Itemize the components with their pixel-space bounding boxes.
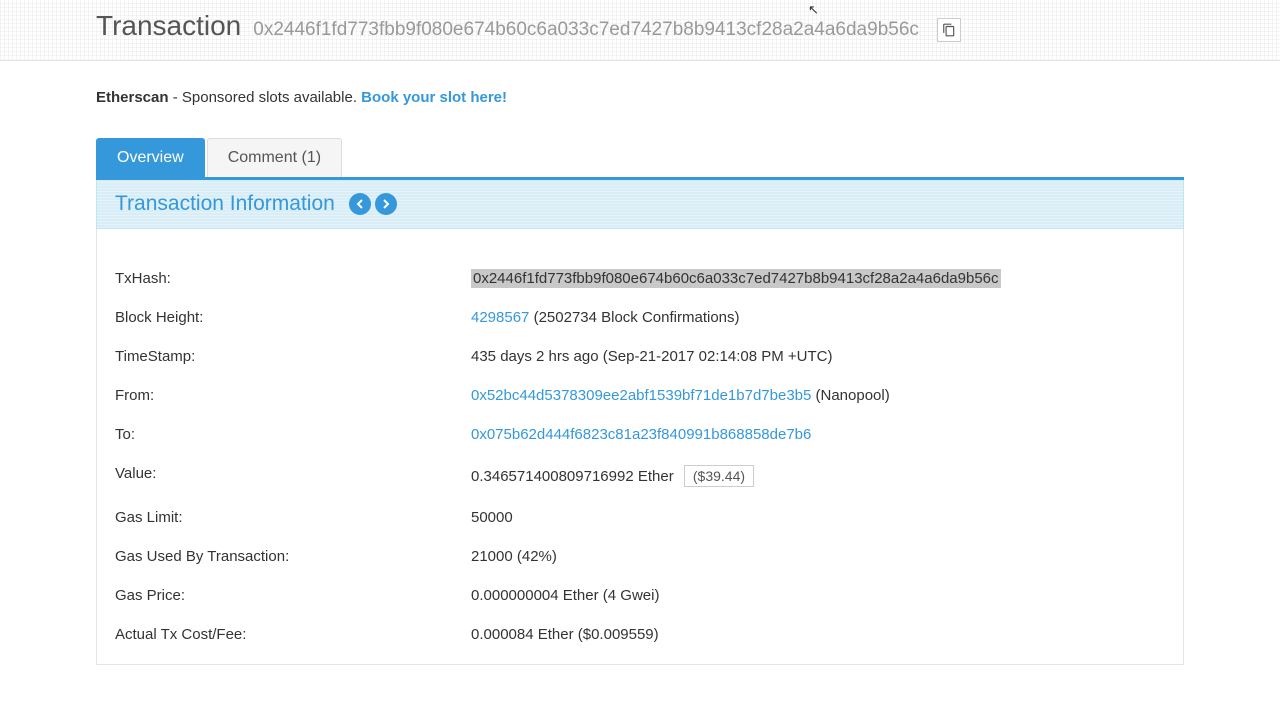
row-block-height: Block Height: 4298567 (2502734 Block Con… bbox=[115, 298, 1165, 337]
link-to-address[interactable]: 0x075b62d444f6823c81a23f840991b868858de7… bbox=[471, 426, 811, 443]
label-block-height: Block Height: bbox=[115, 309, 471, 326]
label-value: Value: bbox=[115, 465, 471, 487]
row-timestamp: TimeStamp: 435 days 2 hrs ago (Sep-21-20… bbox=[115, 337, 1165, 376]
row-value: Value: 0.346571400809716992 Ether ($39.4… bbox=[115, 454, 1165, 498]
tab-overview[interactable]: Overview bbox=[96, 138, 205, 177]
label-from: From: bbox=[115, 387, 471, 404]
sponsor-link[interactable]: Book your slot here! bbox=[361, 89, 507, 106]
row-gas-used: Gas Used By Transaction: 21000 (42%) bbox=[115, 537, 1165, 576]
value-gas-limit: 50000 bbox=[471, 509, 1165, 526]
tab-comment[interactable]: Comment (1) bbox=[207, 138, 342, 177]
link-from-address[interactable]: 0x52bc44d5378309ee2abf1539bf71de1b7d7be3… bbox=[471, 387, 811, 404]
tabs-bar: Overview Comment (1) bbox=[96, 138, 1184, 180]
chevron-left-icon bbox=[356, 199, 364, 209]
panel-title: Transaction Information bbox=[115, 192, 335, 216]
page-title-hash: 0x2446f1fd773fbb9f080e674b60c6a033c7ed74… bbox=[253, 19, 919, 41]
sponsor-brand: Etherscan bbox=[96, 89, 169, 106]
row-gas-price: Gas Price: 0.000000004 Ether (4 Gwei) bbox=[115, 576, 1165, 615]
value-block-confirmations: (2502734 Block Confirmations) bbox=[529, 309, 739, 326]
row-txhash: TxHash: 0x2446f1fd773fbb9f080e674b60c6a0… bbox=[115, 259, 1165, 298]
value-gas-price: 0.000000004 Ether (4 Gwei) bbox=[471, 587, 1165, 604]
label-timestamp: TimeStamp: bbox=[115, 348, 471, 365]
value-ether: 0.346571400809716992 Ether bbox=[471, 468, 674, 485]
sponsor-text: - Sponsored slots available. bbox=[169, 89, 362, 106]
copy-icon bbox=[942, 23, 956, 37]
sponsor-message: Etherscan - Sponsored slots available. B… bbox=[96, 89, 1184, 106]
next-tx-button[interactable] bbox=[375, 193, 397, 215]
value-gas-used: 21000 (42%) bbox=[471, 548, 1165, 565]
value-timestamp: 435 days 2 hrs ago (Sep-21-2017 02:14:08… bbox=[471, 348, 1165, 365]
row-gas-limit: Gas Limit: 50000 bbox=[115, 498, 1165, 537]
page-header: Transaction 0x2446f1fd773fbb9f080e674b60… bbox=[0, 0, 1280, 61]
label-tx-cost: Actual Tx Cost/Fee: bbox=[115, 626, 471, 643]
label-txhash: TxHash: bbox=[115, 270, 471, 287]
transaction-info-table: TxHash: 0x2446f1fd773fbb9f080e674b60c6a0… bbox=[96, 229, 1184, 665]
row-from: From: 0x52bc44d5378309ee2abf1539bf71de1b… bbox=[115, 376, 1165, 415]
row-tx-cost: Actual Tx Cost/Fee: 0.000084 Ether ($0.0… bbox=[115, 615, 1165, 654]
value-tx-cost: 0.000084 Ether ($0.009559) bbox=[471, 626, 1165, 643]
label-gas-price: Gas Price: bbox=[115, 587, 471, 604]
value-usd: ($39.44) bbox=[684, 465, 754, 487]
label-to: To: bbox=[115, 426, 471, 443]
prev-tx-button[interactable] bbox=[349, 193, 371, 215]
copy-hash-button[interactable] bbox=[937, 18, 961, 42]
panel-header: Transaction Information bbox=[96, 180, 1184, 229]
label-gas-used: Gas Used By Transaction: bbox=[115, 548, 471, 565]
row-to: To: 0x075b62d444f6823c81a23f840991b86885… bbox=[115, 415, 1165, 454]
value-from-suffix: (Nanopool) bbox=[811, 387, 889, 404]
label-gas-limit: Gas Limit: bbox=[115, 509, 471, 526]
value-txhash: 0x2446f1fd773fbb9f080e674b60c6a033c7ed74… bbox=[471, 269, 1001, 288]
page-title: Transaction bbox=[96, 10, 241, 42]
chevron-right-icon bbox=[382, 199, 390, 209]
link-block-height[interactable]: 4298567 bbox=[471, 309, 529, 326]
